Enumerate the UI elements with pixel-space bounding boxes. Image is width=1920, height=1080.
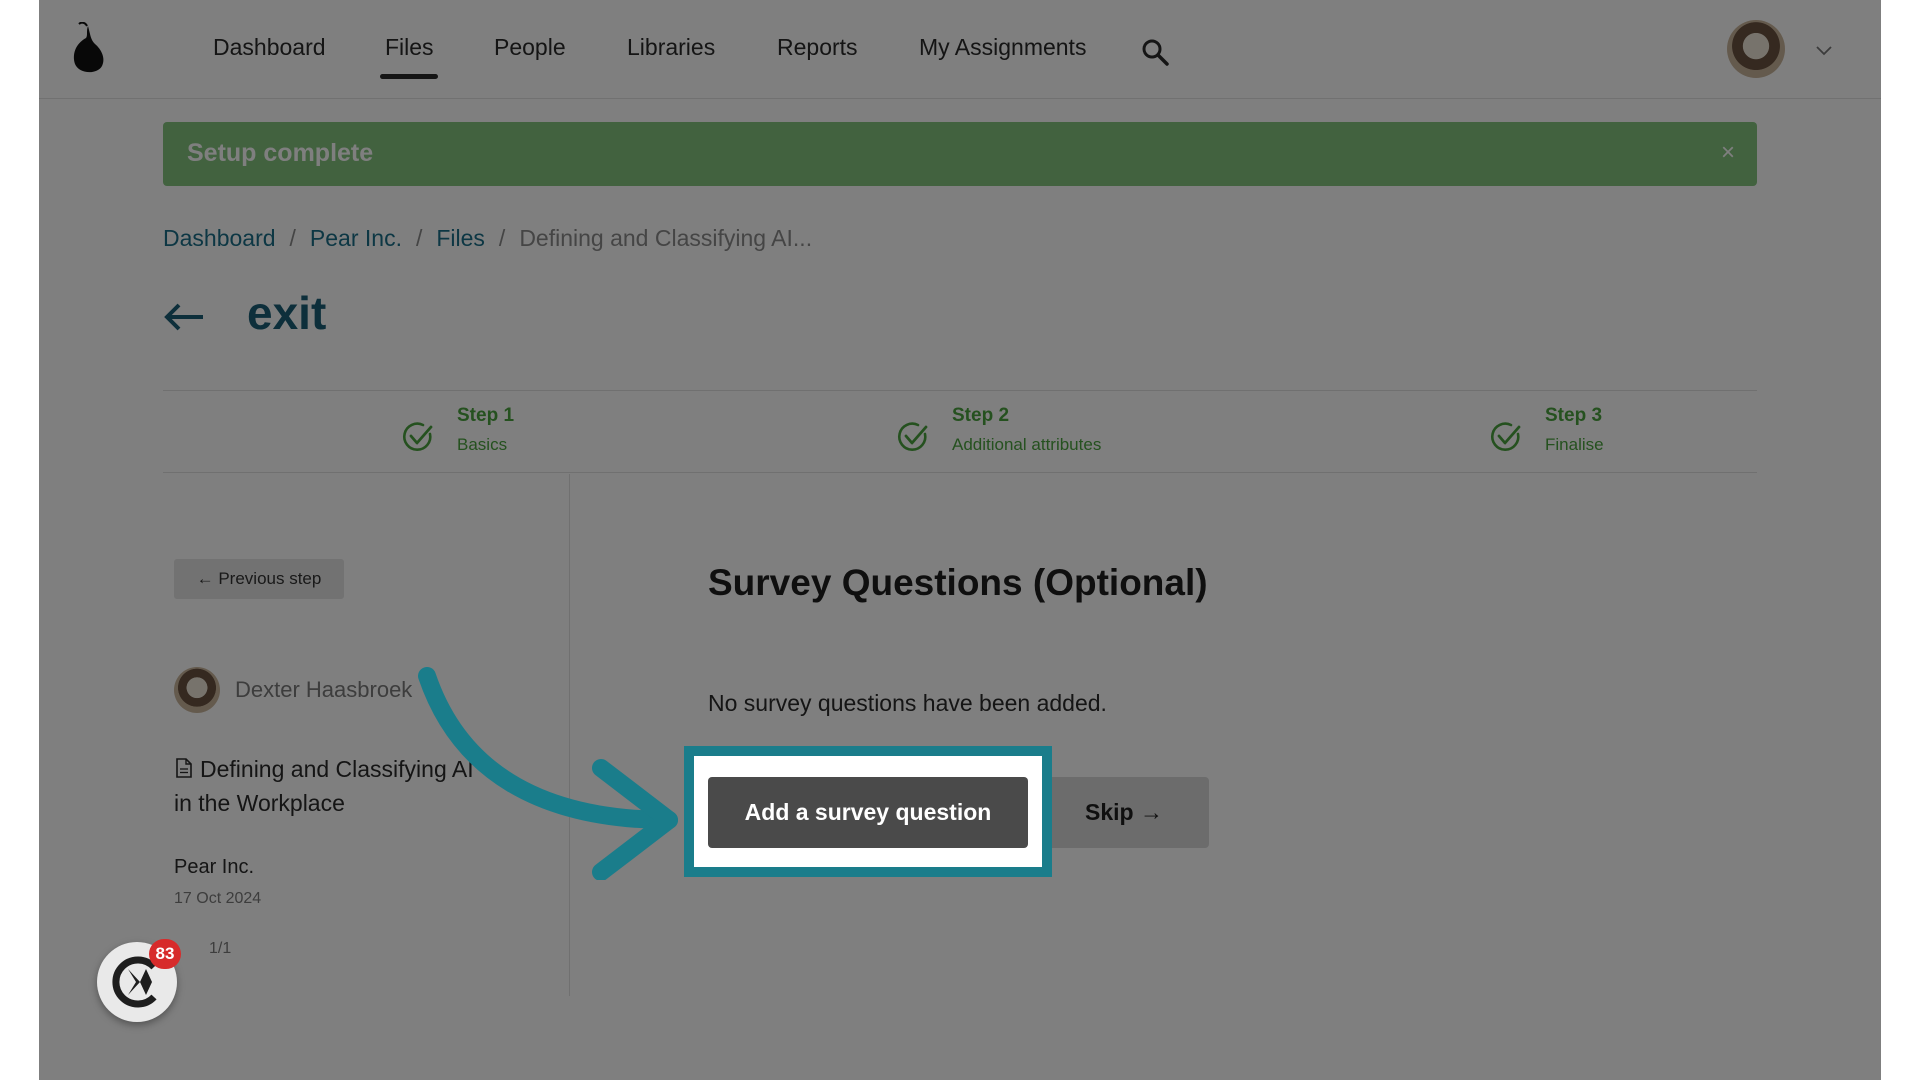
check-circle-icon <box>402 422 433 451</box>
document-title: Defining and Classifying AI in the Workp… <box>174 756 474 816</box>
page-count: 1/1 <box>209 940 232 957</box>
active-tab-indicator <box>380 74 438 79</box>
author-avatar <box>174 667 220 713</box>
highlight-frame: Add a survey question <box>684 746 1052 877</box>
nav-files[interactable]: Files <box>385 34 434 61</box>
chevron-down-icon[interactable] <box>1816 44 1832 56</box>
breadcrumb: Dashboard / Pear Inc. / Files / Defining and C… <box>163 225 812 252</box>
skip-button[interactable]: Skip → <box>1039 777 1209 848</box>
breadcrumb-separator: / <box>289 225 296 251</box>
setup-complete-banner: Setup complete × <box>163 122 1757 186</box>
breadcrumb-files[interactable]: Files <box>436 225 485 251</box>
step-subtitle: Basics <box>457 435 508 454</box>
step-title: Step 1 <box>457 405 515 426</box>
user-avatar[interactable] <box>1727 20 1785 78</box>
step-title: Step 3 <box>1545 405 1603 426</box>
search-icon[interactable] <box>1141 38 1169 66</box>
empty-state-message: No survey questions have been added. <box>708 690 1107 716</box>
breadcrumb-separator: / <box>415 225 423 251</box>
step-subtitle: Finalise <box>1545 435 1604 454</box>
nav-libraries[interactable]: Libraries <box>627 34 715 61</box>
nav-dashboard[interactable]: Dashboard <box>213 34 326 61</box>
notification-badge: 83 <box>149 939 181 969</box>
stepper-divider <box>163 390 1757 391</box>
top-navigation: Dashboard Files People Libraries Reports… <box>39 0 1881 99</box>
check-circle-icon <box>1490 422 1521 451</box>
pear-logo-icon[interactable] <box>66 22 108 76</box>
step-subtitle: Additional attributes <box>952 435 1102 454</box>
stepper-divider <box>163 472 1757 473</box>
step-title: Step 2 <box>952 405 1010 426</box>
breadcrumb-current: Defining and Classifying AI... <box>519 225 813 251</box>
add-survey-question-button[interactable]: Add a survey question <box>708 777 1028 848</box>
document-date: 17 Oct 2024 <box>174 890 262 907</box>
back-arrow-icon[interactable] <box>163 297 205 337</box>
author-name: Dexter Haasbroek <box>235 677 413 702</box>
breadcrumb-dashboard[interactable]: Dashboard <box>163 225 276 251</box>
nav-reports[interactable]: Reports <box>777 34 858 61</box>
previous-step-button[interactable]: ← Previous step <box>174 559 344 599</box>
check-circle-icon <box>897 422 928 451</box>
banner-message: Setup complete <box>187 139 374 167</box>
page-title[interactable]: exit <box>247 286 326 340</box>
app-window: Dashboard Files People Libraries Reports… <box>39 0 1881 1080</box>
nav-my-assignments[interactable]: My Assignments <box>919 34 1086 61</box>
breadcrumb-organization[interactable]: Pear Inc. <box>310 225 402 251</box>
nav-people[interactable]: People <box>494 34 566 61</box>
breadcrumb-separator: / <box>498 225 506 251</box>
organization-name: Pear Inc. <box>174 856 255 878</box>
close-icon[interactable]: × <box>1721 139 1735 167</box>
column-divider <box>569 474 570 996</box>
section-title: Survey Questions (Optional) <box>708 562 1208 603</box>
